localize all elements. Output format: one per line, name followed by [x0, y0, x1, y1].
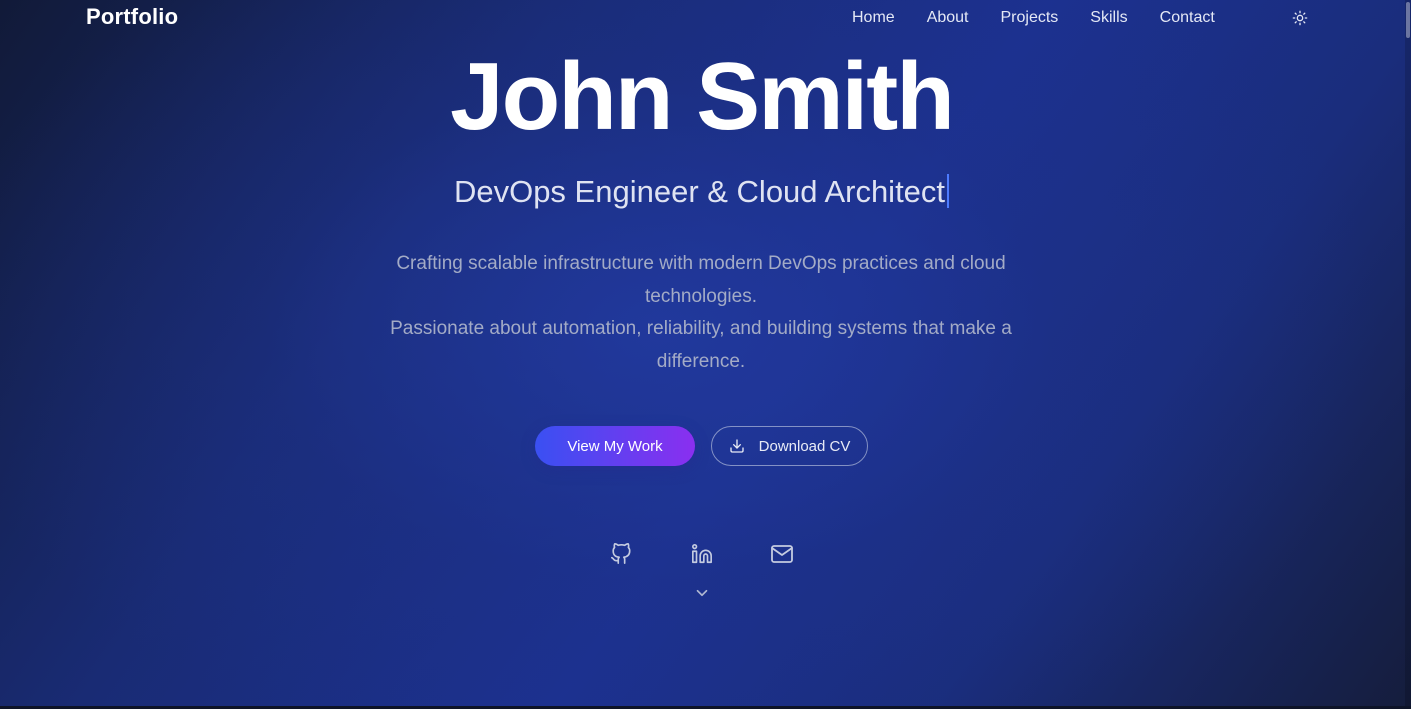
hero-role: DevOps Engineer & Cloud Architect	[0, 172, 1403, 212]
chevron-down-icon	[696, 589, 708, 597]
nav-link-projects[interactable]: Projects	[1001, 9, 1059, 27]
linkedin-link[interactable]	[689, 541, 715, 567]
download-cv-button[interactable]: Download CV	[711, 426, 868, 466]
mail-icon	[771, 545, 793, 563]
hero-role-text: DevOps Engineer & Cloud Architect	[453, 174, 946, 209]
typing-cursor	[947, 174, 950, 208]
nav-links: Home About Projects Skills Contact	[836, 9, 1247, 27]
brand-logo[interactable]: Portfolio	[86, 4, 178, 30]
hero-description-line-2: Passionate about automation, reliability…	[390, 318, 1012, 372]
navbar: Portfolio Home About Projects Skills Con…	[0, 0, 1411, 36]
page-scrollbar[interactable]	[1405, 0, 1411, 709]
nav-link-home[interactable]: Home	[852, 9, 895, 27]
hero-description: Crafting scalable infrastructure with mo…	[351, 248, 1051, 378]
email-link[interactable]	[769, 541, 795, 567]
nav-link-about[interactable]: About	[927, 9, 969, 27]
download-icon	[729, 439, 744, 453]
download-cv-label: Download CV	[758, 437, 851, 455]
view-my-work-button[interactable]: View My Work	[535, 426, 695, 466]
nav-link-skills[interactable]: Skills	[1090, 9, 1127, 27]
theme-toggle-button[interactable]	[1290, 8, 1310, 28]
github-link[interactable]	[608, 541, 634, 567]
sun-icon	[1292, 10, 1308, 26]
github-icon	[611, 543, 631, 564]
hero-name: John Smith	[450, 43, 955, 150]
scroll-down-button[interactable]	[692, 584, 712, 602]
linkedin-icon	[692, 544, 712, 564]
hero-description-line-1: Crafting scalable infrastructure with mo…	[396, 253, 1006, 307]
nav-link-contact[interactable]: Contact	[1160, 9, 1215, 27]
